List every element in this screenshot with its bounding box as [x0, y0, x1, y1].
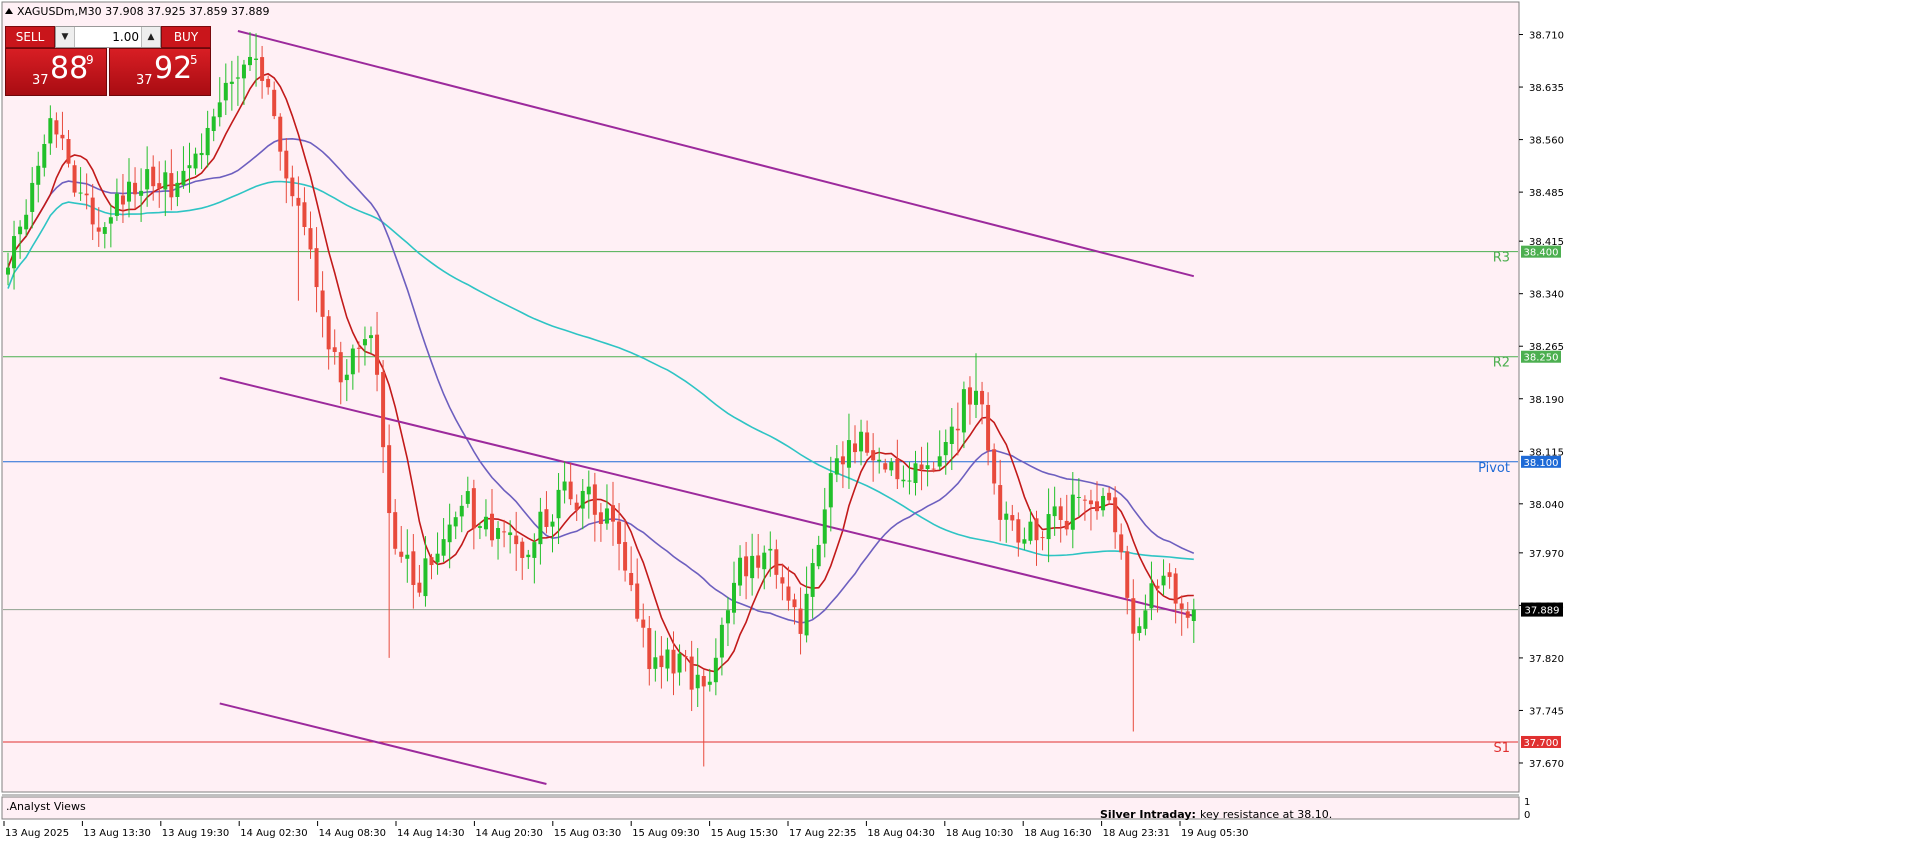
sub-axis-top: 1	[1524, 797, 1530, 808]
chart-window: R3 38.400 R2 38.250 Pivot 38.100 S1 37.700 38.7…	[0, 0, 1916, 840]
price-tick-label: 38.635	[1529, 83, 1564, 94]
price-tick-label: 38.115	[1529, 447, 1564, 458]
last-price-label: 37.889	[1525, 606, 1560, 617]
price-tick-label: 38.485	[1529, 188, 1564, 199]
lot-size-input[interactable]	[75, 28, 141, 46]
time-tick-label: 18 Aug 10:30	[946, 828, 1013, 839]
price-tick-label: 37.670	[1529, 759, 1564, 770]
level-price-label-r2: 38.250	[1524, 353, 1559, 364]
sell-price-prefix: 37	[32, 73, 49, 88]
sell-price-pip: 9	[86, 53, 94, 67]
price-tick-label: 38.560	[1529, 136, 1564, 147]
time-tick-label: 17 Aug 22:35	[789, 828, 856, 839]
level-price-label-r3: 38.400	[1524, 248, 1559, 259]
lot-decrease-icon[interactable]: ▼	[56, 27, 75, 47]
level-price-label-s1: 37.700	[1524, 738, 1559, 749]
price-tick-label: 37.745	[1529, 706, 1564, 717]
price-tick-label: 37.970	[1529, 549, 1564, 560]
time-tick-label: 13 Aug 19:30	[162, 828, 229, 839]
time-tick-label: 14 Aug 02:30	[240, 828, 307, 839]
time-tick-label: 15 Aug 03:30	[554, 828, 621, 839]
price-tick-label: 38.040	[1529, 500, 1564, 511]
price-tick-label: 38.710	[1529, 31, 1564, 42]
candlestick-chart[interactable]: R3 38.400 R2 38.250 Pivot 38.100 S1 37.700 38.7…	[0, 0, 1916, 840]
header-symbol-info: XAGUSDm,M30 37.908 37.925 37.859 37.889	[17, 5, 270, 18]
time-tick-label: 13 Aug 2025	[5, 828, 69, 839]
buy-button[interactable]: BUY	[161, 26, 211, 48]
time-tick-label: 18 Aug 04:30	[867, 828, 934, 839]
buy-price-main: 92	[154, 51, 193, 86]
sell-price-button[interactable]: 37 88 9	[5, 48, 107, 96]
level-name-r2: R2	[1493, 356, 1510, 371]
lot-size-stepper[interactable]: ▼ ▲	[55, 26, 161, 48]
time-tick-label: 14 Aug 14:30	[397, 828, 464, 839]
sub-axis-bottom: 0	[1524, 810, 1530, 821]
level-price-label-pivot: 38.100	[1524, 458, 1559, 469]
price-tick-label: 38.340	[1529, 290, 1564, 301]
one-click-trading-panel: SELL ▼ ▲ BUY 37 88 9 37 92 5	[5, 26, 211, 96]
price-tick-label: 37.820	[1529, 654, 1564, 665]
time-tick-label: 14 Aug 20:30	[475, 828, 542, 839]
buy-price-prefix: 37	[136, 73, 153, 88]
analyst-title: Silver Intraday:	[1100, 808, 1196, 821]
sell-button[interactable]: SELL	[5, 26, 55, 48]
candle	[72, 160, 77, 197]
time-tick-label: 13 Aug 13:30	[83, 828, 150, 839]
time-tick-label: 19 Aug 05:30	[1181, 828, 1248, 839]
sell-price-main: 88	[50, 51, 89, 86]
plot-area[interactable]	[1, 1, 1520, 793]
buy-price-button[interactable]: 37 92 5	[109, 48, 211, 96]
time-tick-label: 15 Aug 09:30	[632, 828, 699, 839]
level-name-pivot: Pivot	[1478, 461, 1510, 476]
time-tick-label: 18 Aug 16:30	[1024, 828, 1091, 839]
price-tick-label: 38.190	[1529, 395, 1564, 406]
lot-increase-icon[interactable]: ▲	[141, 27, 160, 47]
level-name-s1: S1	[1493, 741, 1510, 756]
price-tick-label: 38.265	[1529, 342, 1564, 353]
time-tick-label: 15 Aug 15:30	[711, 828, 778, 839]
time-tick-label: 18 Aug 23:31	[1103, 828, 1170, 839]
time-tick-label: 14 Aug 08:30	[319, 828, 386, 839]
level-name-r3: R3	[1493, 251, 1510, 266]
buy-price-pip: 5	[190, 53, 198, 67]
analyst-text: key resistance at 38.10.	[1200, 808, 1332, 821]
indicator-label: .Analyst Views	[6, 800, 86, 813]
price-tick-label: 38.415	[1529, 237, 1564, 248]
